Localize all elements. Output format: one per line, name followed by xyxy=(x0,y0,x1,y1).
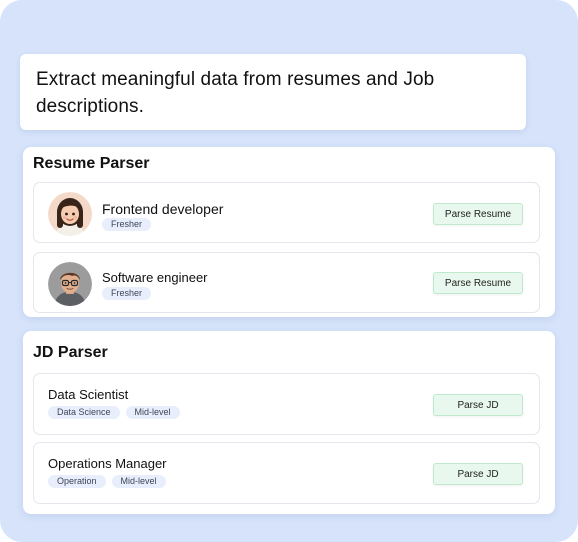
jd-item: Data Scientist Data Science Mid-level Pa… xyxy=(33,373,540,435)
resume-tags: Fresher xyxy=(102,218,152,231)
resume-parser-title: Resume Parser xyxy=(33,155,150,172)
man-avatar-icon xyxy=(48,262,92,306)
parse-resume-button[interactable]: Parse Resume xyxy=(433,272,523,294)
parse-jd-button[interactable]: Parse JD xyxy=(433,463,523,485)
tag-badge: Operation xyxy=(48,475,106,488)
resume-tags: Fresher xyxy=(102,287,152,300)
jd-tags: Operation Mid-level xyxy=(48,475,166,488)
resume-item: Frontend developer Fresher Parse Resume xyxy=(33,182,540,243)
woman-avatar-icon xyxy=(48,192,92,236)
resume-role: Frontend developer xyxy=(102,201,224,217)
parse-jd-button[interactable]: Parse JD xyxy=(433,394,523,416)
headline-card: Extract meaningful data from resumes and… xyxy=(20,54,526,130)
headline: Extract meaningful data from resumes and… xyxy=(36,69,435,117)
jd-tags: Data Science Mid-level xyxy=(48,406,180,419)
resume-parser-panel: Resume Parser Frontend developer Fresher… xyxy=(23,147,555,317)
jd-item: Operations Manager Operation Mid-level P… xyxy=(33,442,540,504)
tag-badge: Fresher xyxy=(102,218,152,231)
tag-badge: Data Science xyxy=(48,406,120,419)
jd-parser-title: JD Parser xyxy=(33,344,108,361)
resume-role: Software engineer xyxy=(102,270,208,285)
parse-resume-button[interactable]: Parse Resume xyxy=(433,203,523,225)
app-frame: Extract meaningful data from resumes and… xyxy=(0,0,578,542)
jd-role: Data Scientist xyxy=(48,387,129,402)
jd-parser-panel: JD Parser Data Scientist Data Science Mi… xyxy=(23,331,555,514)
tag-badge: Mid-level xyxy=(111,475,166,488)
tag-badge: Mid-level xyxy=(125,406,180,419)
tag-badge: Fresher xyxy=(102,287,152,300)
jd-role: Operations Manager xyxy=(48,456,167,471)
resume-item: Software engineer Fresher Parse Resume xyxy=(33,252,540,313)
